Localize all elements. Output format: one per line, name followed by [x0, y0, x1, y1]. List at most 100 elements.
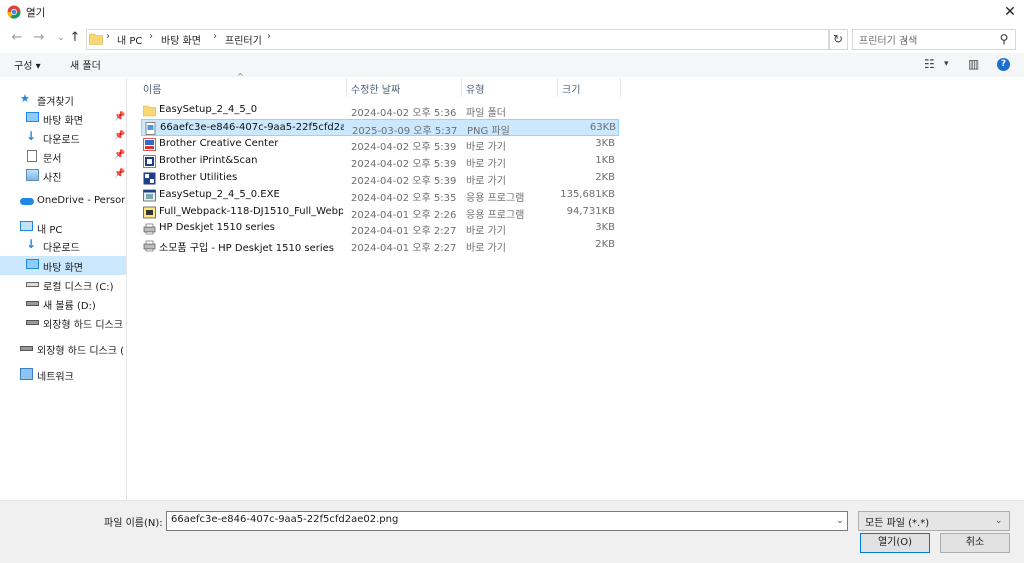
printer-shortcut-icon: [143, 240, 156, 252]
column-header-type[interactable]: 유형: [466, 78, 484, 100]
new-folder-button[interactable]: 새 폴더: [70, 57, 101, 72]
sidebar-item-label: 즐겨찾기: [37, 97, 74, 108]
pin-icon[interactable]: 📌: [114, 150, 125, 160]
file-name: EasySetup_2_4_5_0.EXE: [159, 189, 280, 200]
shortcut-icon: [143, 138, 156, 151]
close-icon[interactable]: ✕: [1000, 2, 1020, 22]
drive-icon: [20, 346, 33, 351]
window-title: 열기: [26, 7, 46, 19]
sidebar-item-onedrive[interactable]: OneDrive - Personal: [0, 192, 126, 211]
breadcrumb-separator-icon[interactable]: ›: [106, 31, 110, 42]
file-date: 2024-04-02 오후 5:39: [351, 176, 457, 187]
up-button[interactable]: ↑: [66, 29, 84, 47]
pc-icon: [20, 221, 33, 231]
filetype-value: 모든 파일 (*.*): [865, 518, 930, 529]
column-divider[interactable]: [557, 78, 558, 97]
sidebar-item-downloads-pc[interactable]: ↓ 다운로드: [0, 236, 126, 255]
file-size: 63KB: [589, 122, 616, 133]
column-header-size[interactable]: 크기: [562, 78, 580, 100]
file-row-selected[interactable]: 66aefc3e-e846-407c-9aa5-22f5cfd2ae0... 2…: [141, 119, 619, 137]
sort-ascending-icon: ^: [237, 72, 244, 81]
file-date: 2024-04-02 오후 5:35: [351, 193, 457, 204]
chevron-down-icon[interactable]: ⌄: [834, 513, 846, 529]
sidebar-item-documents[interactable]: 문서 📌: [0, 147, 126, 166]
file-name: Brother Creative Center: [159, 138, 279, 149]
image-file-icon: [145, 122, 156, 135]
file-row[interactable]: EasySetup_2_4_5_0.EXE 2024-04-02 오후 5:35…: [141, 187, 619, 204]
printer-shortcut-icon: [143, 223, 156, 235]
file-date: 2024-04-01 오후 2:27: [351, 243, 457, 254]
open-button[interactable]: 열기(O): [860, 533, 930, 553]
preview-pane-icon[interactable]: ▥: [968, 57, 979, 71]
sidebar-item-desktop-pc[interactable]: 바탕 화면: [0, 256, 126, 275]
sidebar-item-this-pc[interactable]: 내 PC: [0, 218, 126, 237]
sidebar-item-local-disk-c[interactable]: 로컬 디스크 (C:): [0, 275, 126, 294]
view-options-icon[interactable]: ☷: [924, 57, 935, 71]
file-row[interactable]: Brother Creative Center 2024-04-02 오후 5:…: [141, 136, 619, 153]
help-icon[interactable]: ?: [997, 58, 1010, 71]
file-date: 2024-04-02 오후 5:39: [351, 142, 457, 153]
sidebar-item-label: 새 볼륨 (D:): [43, 301, 96, 312]
file-size: 3KB: [595, 138, 615, 149]
sidebar-item-network[interactable]: 네트워크: [0, 365, 126, 384]
column-divider[interactable]: [620, 78, 621, 97]
breadcrumb-separator-icon[interactable]: ›: [149, 31, 153, 42]
forward-button[interactable]: →: [30, 29, 48, 47]
cloud-icon: [20, 198, 34, 205]
sidebar-item-external-drive[interactable]: 외장형 하드 디스크: [0, 313, 126, 332]
sidebar-item-favorites[interactable]: ★ 즐겨찾기: [0, 90, 126, 109]
breadcrumb-printer[interactable]: 프린터기: [225, 32, 262, 47]
search-input[interactable]: 프린터기 검색: [859, 32, 917, 47]
file-name: 소모품 구입 - HP Deskjet 1510 series: [159, 243, 334, 254]
file-row[interactable]: Brother Utilities 2024-04-02 오후 5:39 바로 …: [141, 170, 619, 187]
file-size: 94,731KB: [566, 206, 615, 217]
sidebar-item-pictures[interactable]: 사진 📌: [0, 166, 126, 185]
file-row[interactable]: EasySetup_2_4_5_0 2024-04-02 오후 5:36 파일 …: [141, 102, 619, 119]
sidebar-item-downloads[interactable]: ↓ 다운로드 📌: [0, 128, 126, 147]
filetype-select[interactable]: 모든 파일 (*.*) ⌄: [858, 511, 1010, 531]
pin-icon[interactable]: 📌: [114, 169, 125, 179]
drive-icon: [26, 320, 39, 325]
file-date: 2024-04-02 오후 5:39: [351, 159, 457, 170]
view-dropdown-icon[interactable]: ▾: [944, 59, 949, 69]
file-row[interactable]: HP Deskjet 1510 series 2024-04-01 오후 2:2…: [141, 220, 619, 237]
sidebar-item-external-drive-2[interactable]: 외장형 하드 디스크 (: [0, 339, 126, 358]
dialog-footer: 파일 이름(N): 66aefc3e-e846-407c-9aa5-22f5cf…: [0, 500, 1024, 563]
column-divider[interactable]: [346, 78, 347, 97]
breadcrumb-my-pc[interactable]: 내 PC: [117, 32, 142, 47]
refresh-button[interactable]: ↻: [828, 29, 848, 50]
folder-icon: [89, 33, 103, 45]
download-icon: ↓: [26, 129, 37, 143]
file-name: Brother iPrint&Scan: [159, 155, 258, 166]
column-header-date[interactable]: 수정한 날짜: [351, 78, 400, 100]
file-row[interactable]: Brother iPrint&Scan 2024-04-02 오후 5:39 바…: [141, 153, 619, 170]
cancel-button[interactable]: 취소: [940, 533, 1010, 553]
column-header-name[interactable]: 이름: [143, 78, 161, 100]
application-icon: [143, 189, 156, 202]
file-date: 2024-04-01 오후 2:27: [351, 226, 457, 237]
disk-icon: [26, 282, 39, 287]
file-date: 2025-03-09 오후 5:37: [352, 126, 458, 137]
pin-icon[interactable]: 📌: [114, 131, 125, 141]
column-divider[interactable]: [461, 78, 462, 97]
filename-input[interactable]: 66aefc3e-e846-407c-9aa5-22f5cfd2ae02.png…: [166, 511, 848, 531]
sidebar-item-desktop[interactable]: 바탕 화면 📌: [0, 109, 126, 128]
download-icon: ↓: [26, 237, 37, 251]
filename-value[interactable]: 66aefc3e-e846-407c-9aa5-22f5cfd2ae02.png: [171, 514, 398, 525]
sidebar-item-volume-d[interactable]: 새 볼륨 (D:): [0, 294, 126, 313]
organize-button[interactable]: 구성 ▾: [14, 57, 41, 72]
pin-icon[interactable]: 📌: [114, 112, 125, 122]
breadcrumb-separator-icon[interactable]: ›: [267, 31, 271, 42]
search-box[interactable]: 프린터기 검색 ⚲: [852, 29, 1016, 50]
breadcrumb-separator-icon[interactable]: ›: [213, 31, 217, 42]
file-row[interactable]: Full_Webpack-118-DJ1510_Full_Webpac... 2…: [141, 204, 619, 221]
breadcrumb-desktop[interactable]: 바탕 화면: [161, 32, 201, 47]
chevron-down-icon[interactable]: ⌄: [995, 513, 1003, 529]
file-name: EasySetup_2_4_5_0: [159, 104, 258, 115]
sidebar-item-label: 다운로드: [43, 243, 80, 254]
search-icon[interactable]: ⚲: [996, 30, 1012, 49]
file-row[interactable]: 소모품 구입 - HP Deskjet 1510 series 2024-04-…: [141, 237, 619, 254]
address-bar[interactable]: › 내 PC › 바탕 화면 › 프린터기 › ⌄: [86, 29, 909, 50]
back-button[interactable]: ←: [8, 29, 26, 47]
folder-icon: [143, 105, 156, 117]
